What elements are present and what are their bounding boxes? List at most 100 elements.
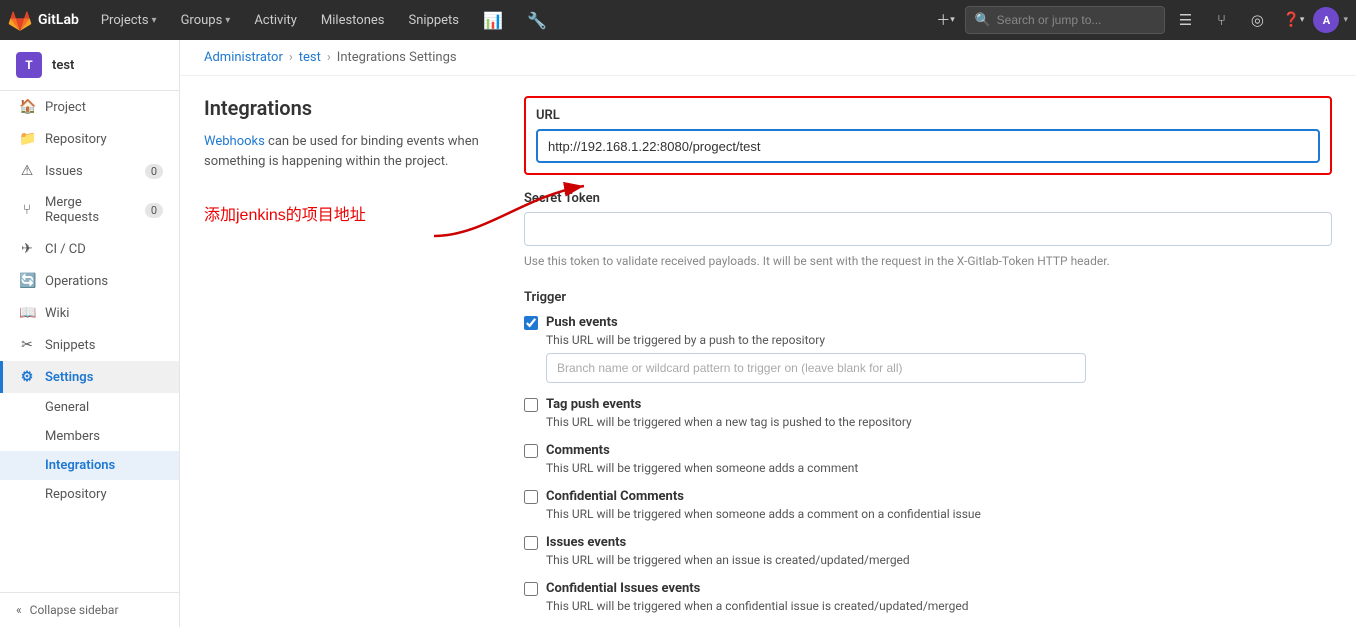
chevron-down-icon: ▾ xyxy=(225,15,230,26)
sidebar-item-wiki-label: Wiki xyxy=(45,306,69,321)
push-events-branch-input[interactable] xyxy=(546,353,1086,383)
sidebar-sub-item-repository[interactable]: Repository xyxy=(0,480,179,509)
comments-label[interactable]: Comments xyxy=(546,443,610,458)
nav-groups[interactable]: Groups ▾ xyxy=(171,0,241,40)
plus-button[interactable]: ＋ ▾ xyxy=(929,4,961,36)
confidential-issues-desc: This URL will be triggered when a confid… xyxy=(524,599,1332,613)
trigger-confidential-issues-header: Confidential Issues events xyxy=(524,581,1332,596)
webhooks-link[interactable]: Webhooks xyxy=(204,134,265,149)
sidebar-item-issues[interactable]: ⚠ Issues 0 xyxy=(0,155,179,187)
secret-token-input[interactable] xyxy=(524,212,1332,246)
sidebar-item-operations[interactable]: 🔄 Operations xyxy=(0,265,179,297)
operations-icon: 🔄 xyxy=(19,273,35,289)
confidential-issues-checkbox[interactable] xyxy=(524,582,538,596)
trigger-comments: Comments This URL will be triggered when… xyxy=(524,443,1332,475)
merge-request-button[interactable]: ⑂ xyxy=(1205,4,1237,36)
content-body: Integrations Webhooks can be used for bi… xyxy=(180,76,1356,627)
chevron-down-icon: ▾ xyxy=(152,15,157,26)
chart-icon: 📊 xyxy=(483,11,503,30)
navbar: GitLab Projects ▾ Groups ▾ Activity Mile… xyxy=(0,0,1356,40)
sidebar-sub-general-label: General xyxy=(45,400,89,415)
avatar[interactable]: A xyxy=(1313,7,1339,33)
search-icon: 🔍 xyxy=(974,13,990,28)
sidebar-item-wiki[interactable]: 📖 Wiki xyxy=(0,297,179,329)
trigger-comments-header: Comments xyxy=(524,443,1332,458)
nav-snippets[interactable]: Snippets xyxy=(399,0,470,40)
help-chevron-icon: ▾ xyxy=(1300,15,1305,25)
home-icon: 🏠 xyxy=(19,99,35,115)
tag-push-checkbox[interactable] xyxy=(524,398,538,412)
sidebar-item-issues-label: Issues xyxy=(45,164,83,179)
main-layout: T test 🏠 Project 📁 Repository ⚠ Issues 0… xyxy=(0,40,1356,627)
brand-name: GitLab xyxy=(38,12,79,28)
confidential-issues-label[interactable]: Confidential Issues events xyxy=(546,581,700,596)
tag-push-label[interactable]: Tag push events xyxy=(546,397,641,412)
issues-nav-icon: ⚠ xyxy=(19,163,35,179)
trigger-confidential-comments: Confidential Comments This URL will be t… xyxy=(524,489,1332,521)
sidebar-item-snippets[interactable]: ✂ Snippets xyxy=(0,329,179,361)
sidebar-item-operations-label: Operations xyxy=(45,274,108,289)
content-area: Administrator › test › Integrations Sett… xyxy=(180,40,1356,627)
breadcrumb-test[interactable]: test xyxy=(299,50,321,65)
breadcrumb-admin[interactable]: Administrator xyxy=(204,50,283,65)
search-input[interactable] xyxy=(997,13,1157,27)
sidebar-sub-item-members[interactable]: Members xyxy=(0,422,179,451)
sidebar-item-cicd[interactable]: ✈ CI / CD xyxy=(0,233,179,265)
annotation-text: 添加jenkins的项目地址 xyxy=(204,201,484,225)
trigger-issues-events-header: Issues events xyxy=(524,535,1332,550)
nav-projects[interactable]: Projects ▾ xyxy=(91,0,167,40)
issues-button[interactable]: ◎ xyxy=(1241,4,1273,36)
trigger-label: Trigger xyxy=(524,290,1332,305)
snippets-icon: ✂ xyxy=(19,337,35,353)
issues-events-label[interactable]: Issues events xyxy=(546,535,626,550)
gitlab-logo-icon xyxy=(8,8,32,32)
nav-wrench-icon-btn[interactable]: 🔧 xyxy=(517,0,557,40)
sidebar-sub-item-general[interactable]: General xyxy=(0,393,179,422)
sidebar-item-repository[interactable]: 📁 Repository xyxy=(0,123,179,155)
sidebar-sub-repository-label: Repository xyxy=(45,487,107,502)
url-input[interactable] xyxy=(536,129,1320,163)
confidential-comments-label[interactable]: Confidential Comments xyxy=(546,489,684,504)
breadcrumb-sep-2: › xyxy=(327,50,331,65)
plus-icon: ＋ xyxy=(936,10,950,30)
comments-checkbox[interactable] xyxy=(524,444,538,458)
sidebar-item-merge-requests[interactable]: ⑂ Merge Requests 0 xyxy=(0,187,179,233)
push-events-input-container xyxy=(546,353,1332,383)
collapse-sidebar-button[interactable]: « Collapse sidebar xyxy=(0,592,179,627)
trigger-tag-push-header: Tag push events xyxy=(524,397,1332,412)
search-bar[interactable]: 🔍 xyxy=(965,6,1165,34)
page-title: Integrations xyxy=(204,96,484,120)
trigger-tag-push: Tag push events This URL will be trigger… xyxy=(524,397,1332,429)
merge-icon: ⑂ xyxy=(1217,11,1226,29)
nav-groups-label: Groups xyxy=(181,13,223,28)
nav-activity-label: Activity xyxy=(254,13,297,28)
nav-chart-icon-btn[interactable]: 📊 xyxy=(473,0,513,40)
push-events-checkbox[interactable] xyxy=(524,316,538,330)
plus-chevron-icon: ▾ xyxy=(950,15,955,25)
todo-icon: ☰ xyxy=(1179,11,1192,29)
nav-snippets-label: Snippets xyxy=(409,13,460,28)
sidebar-sub-item-integrations[interactable]: Integrations xyxy=(0,451,179,480)
content-description: Webhooks can be used for binding events … xyxy=(204,132,484,171)
sidebar-project-name: test xyxy=(52,58,74,73)
nav-activity[interactable]: Activity xyxy=(244,0,307,40)
tag-push-desc: This URL will be triggered when a new ta… xyxy=(524,415,1332,429)
sidebar-item-settings[interactable]: ⚙ Settings xyxy=(0,361,179,393)
question-icon: ❓ xyxy=(1282,12,1299,28)
help-button[interactable]: ❓ ▾ xyxy=(1277,4,1309,36)
nav-milestones[interactable]: Milestones xyxy=(311,0,395,40)
cicd-icon: ✈ xyxy=(19,241,35,257)
todo-button[interactable]: ☰ xyxy=(1169,4,1201,36)
confidential-comments-desc: This URL will be triggered when someone … xyxy=(524,507,1332,521)
confidential-comments-checkbox[interactable] xyxy=(524,490,538,504)
wrench-icon: 🔧 xyxy=(527,11,547,30)
sidebar-item-project[interactable]: 🏠 Project xyxy=(0,91,179,123)
secret-token-label: Secret Token xyxy=(524,191,1332,206)
navbar-right: ＋ ▾ 🔍 ☰ ⑂ ◎ ❓ ▾ A ▾ xyxy=(929,4,1348,36)
push-events-label[interactable]: Push events xyxy=(546,315,618,330)
repository-icon: 📁 xyxy=(19,131,35,147)
issues-events-checkbox[interactable] xyxy=(524,536,538,550)
sidebar-project-avatar: T xyxy=(16,52,42,78)
brand-logo[interactable]: GitLab xyxy=(8,8,79,32)
sidebar-header: T test xyxy=(0,40,179,91)
